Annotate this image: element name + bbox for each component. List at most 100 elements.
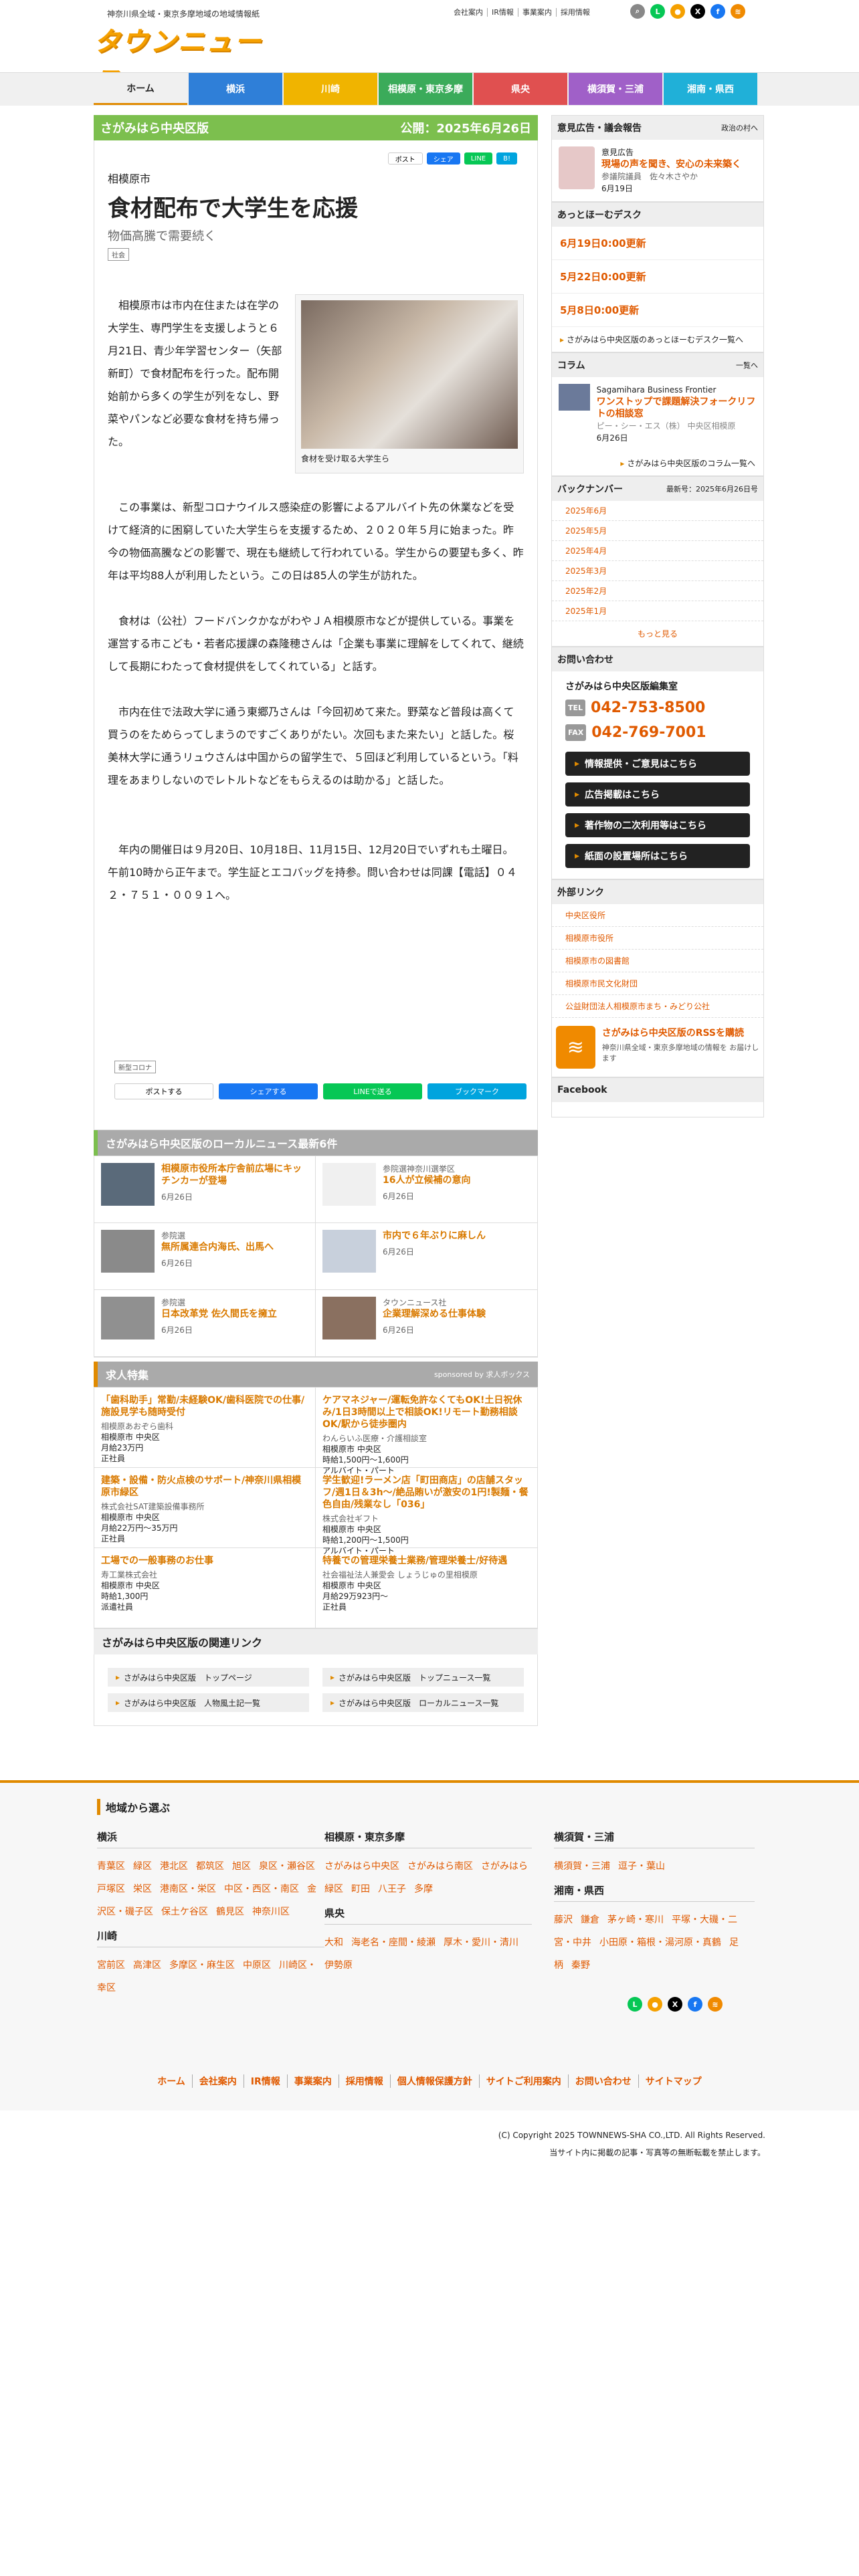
nav-tab[interactable]: 県央 bbox=[474, 73, 567, 105]
job-item[interactable]: 「歯科助手」常勤/未経験OK/歯科医院での仕事/施設見学も随時受付 相模原あおぞら… bbox=[94, 1388, 316, 1468]
tel-number[interactable]: 042-753-8500 bbox=[591, 700, 705, 716]
jobs-sponsor[interactable]: sponsored by 求人ボックス bbox=[434, 1369, 530, 1380]
footer-region-link[interactable]: さがみはら南区 bbox=[407, 1861, 473, 1872]
footer-nav-link[interactable]: 会社案内 bbox=[193, 2074, 244, 2088]
news-title[interactable]: 市内で６年ぶりに麻しん bbox=[383, 1230, 486, 1242]
bottom-tag[interactable]: 新型コロナ bbox=[114, 1061, 156, 1073]
nav-tab[interactable]: 川崎 bbox=[284, 73, 377, 105]
news-title[interactable]: 相模原市役所本庁舎前広場にキッチンカーが登場 bbox=[161, 1163, 308, 1187]
footer-region-link[interactable]: 町田 bbox=[351, 1884, 370, 1895]
chat-icon[interactable]: ● bbox=[670, 4, 685, 19]
site-logo[interactable]: タウンニュース bbox=[94, 20, 288, 96]
category-tag[interactable]: 社会 bbox=[108, 248, 129, 261]
nav-tab[interactable]: 湘南・県西 bbox=[664, 73, 757, 105]
footer-region-link[interactable]: 八王子 bbox=[378, 1884, 406, 1895]
job-title[interactable]: 学生歓迎!ラーメン店「町田商店」の店舗スタッフ/週1日＆3h〜/絶品賄いが激安の… bbox=[322, 1475, 531, 1511]
footer-region-link[interactable]: 多摩 bbox=[414, 1884, 433, 1895]
news-title[interactable]: 16人が立候補の意向 bbox=[383, 1174, 470, 1186]
line-icon[interactable]: L bbox=[650, 4, 665, 19]
column-item[interactable]: Sagamihara Business Frontier ワンストップで課題解決… bbox=[552, 377, 763, 451]
footer-region-link[interactable]: 伊勢原 bbox=[324, 1960, 353, 1971]
footer-region-link[interactable]: 港北区 bbox=[160, 1861, 188, 1872]
post-button[interactable]: ポストする bbox=[114, 1083, 213, 1099]
info-submit-button[interactable]: 情報提供・ご意見はこちら bbox=[565, 752, 750, 776]
article-photo[interactable]: 食材を受け取る大学生ら bbox=[295, 294, 524, 473]
top-link-recruit[interactable]: 採用情報 bbox=[557, 8, 594, 17]
backnumber-item[interactable]: 2025年4月 bbox=[552, 541, 763, 561]
copyright-use-button[interactable]: 著作物の二次利用等はこちら bbox=[565, 813, 750, 837]
job-item[interactable]: 学生歓迎!ラーメン店「町田商店」の店舗スタッフ/週1日＆3h〜/絶品賄いが激安の… bbox=[316, 1468, 537, 1555]
news-item[interactable]: 参院選 無所属連合内海氏、出馬へ 6月26日 bbox=[94, 1223, 316, 1290]
rss-icon[interactable]: ≋ bbox=[708, 1997, 723, 2012]
line-icon[interactable]: L bbox=[628, 1997, 642, 2012]
job-item[interactable]: 建築・設備・防火点検のサポート/神奈川県相模原市緑区 株式会社SAT建築設備事務所… bbox=[94, 1468, 316, 1548]
footer-region-link[interactable]: 神奈川区 bbox=[252, 1907, 290, 1917]
footer-region-link[interactable]: 高津区 bbox=[133, 1960, 161, 1971]
footer-region-link[interactable]: 青葉区 bbox=[97, 1861, 125, 1872]
footer-region-link[interactable]: 旭区 bbox=[232, 1861, 251, 1872]
facebook-icon[interactable]: f bbox=[688, 1997, 702, 2012]
news-title[interactable]: 日本改革党 佐久間氏を擁立 bbox=[161, 1308, 277, 1320]
footer-region-link[interactable]: 都筑区 bbox=[196, 1861, 224, 1872]
opinion-item[interactable]: 意見広告 現場の声を聞き、安心の未来築く 参議院議員 佐々木さやか 6月19日 bbox=[552, 140, 763, 201]
news-item[interactable]: 参院選神奈川選挙区 16人が立候補の意向 6月26日 bbox=[316, 1156, 537, 1223]
job-title[interactable]: ケアマネジャー/運転免許なくてもOK!土日祝休み/1日3時間以上で相談OK!リモ… bbox=[322, 1394, 531, 1430]
share-line-button[interactable]: LINE bbox=[464, 152, 493, 165]
footer-region-link[interactable]: 鎌倉 bbox=[581, 1915, 599, 1925]
footer-nav-link[interactable]: サイトご利用案内 bbox=[480, 2074, 569, 2088]
backnumber-item[interactable]: 2025年6月 bbox=[552, 501, 763, 521]
footer-region-link[interactable]: 鶴見区 bbox=[216, 1907, 244, 1917]
ad-button[interactable]: 広告掲載はこちら bbox=[565, 782, 750, 807]
footer-nav-link[interactable]: 採用情報 bbox=[339, 2074, 391, 2088]
opinion-badge[interactable]: 政治の村へ bbox=[721, 122, 758, 133]
footer-region-link[interactable]: 戸塚区 bbox=[97, 1884, 125, 1895]
nav-tab[interactable]: 横須賀・三浦 bbox=[569, 73, 662, 105]
news-item[interactable]: 相模原市役所本庁舎前広場にキッチンカーが登場 6月26日 bbox=[94, 1156, 316, 1223]
footer-region-link[interactable]: 厚木・愛川・清川 bbox=[444, 1937, 518, 1948]
footer-region-link[interactable]: さがみはら中央区 bbox=[324, 1861, 399, 1872]
footer-region-link[interactable]: 緑区 bbox=[133, 1861, 152, 1872]
external-link[interactable]: 相模原市民文化財団 bbox=[552, 972, 763, 995]
footer-nav-link[interactable]: ホーム bbox=[151, 2074, 193, 2088]
nav-tab[interactable]: 横浜 bbox=[189, 73, 282, 105]
distribution-button[interactable]: 紙面の設置場所はこちら bbox=[565, 844, 750, 868]
job-title[interactable]: 建築・設備・防火点検のサポート/神奈川県相模原市緑区 bbox=[101, 1475, 308, 1499]
desk-item[interactable]: 5月8日0:00更新 bbox=[552, 294, 763, 327]
news-item[interactable]: 市内で６年ぶりに麻しん 6月26日 bbox=[316, 1223, 537, 1290]
job-item[interactable]: 工場での一般事務のお仕事 寿工業株式会社 相模原市 中央区 時給1,300円 派遣社員 bbox=[94, 1548, 316, 1628]
footer-region-link[interactable]: 海老名・座間・綾瀬 bbox=[351, 1937, 436, 1948]
related-link[interactable]: さがみはら中央区版 人物風土記一覧 bbox=[108, 1693, 309, 1712]
share-facebook-button[interactable]: シェア bbox=[426, 152, 460, 165]
footer-region-link[interactable]: 栄区 bbox=[133, 1884, 152, 1895]
line-send-button[interactable]: LINEで送る bbox=[323, 1083, 422, 1099]
related-link[interactable]: さがみはら中央区版 トップページ bbox=[108, 1668, 309, 1687]
backnumber-item[interactable]: 2025年2月 bbox=[552, 581, 763, 601]
top-link-ir[interactable]: IR情報 bbox=[488, 8, 518, 17]
external-link[interactable]: 公益財団法人相模原市まち・みどり公社 bbox=[552, 995, 763, 1018]
footer-region-link[interactable]: 港南区・栄区 bbox=[160, 1884, 216, 1895]
footer-nav-link[interactable]: 個人情報保護方針 bbox=[391, 2074, 480, 2088]
rss-icon[interactable]: ≋ bbox=[731, 4, 745, 19]
external-link[interactable]: 相模原市役所 bbox=[552, 927, 763, 950]
backnumber-item[interactable]: 2025年5月 bbox=[552, 521, 763, 541]
footer-nav-link[interactable]: 事業案内 bbox=[288, 2074, 339, 2088]
related-link[interactable]: さがみはら中央区版 トップニュース一覧 bbox=[322, 1668, 524, 1687]
footer-region-link[interactable]: 小田原・箱根・湯河原・真鶴 bbox=[599, 1937, 721, 1948]
footer-region-link[interactable]: 泉区・瀬谷区 bbox=[259, 1861, 315, 1872]
footer-region-link[interactable]: 大和 bbox=[324, 1937, 343, 1948]
x-icon[interactable]: X bbox=[690, 4, 705, 19]
share-x-button[interactable]: ポスト bbox=[387, 152, 423, 165]
footer-nav-link[interactable]: IR情報 bbox=[244, 2074, 288, 2088]
news-title[interactable]: 無所属連合内海氏、出馬へ bbox=[161, 1241, 274, 1253]
column-more-link[interactable]: さがみはら中央区版のコラム一覧へ bbox=[552, 451, 763, 475]
desk-item[interactable]: 6月19日0:00更新 bbox=[552, 227, 763, 260]
footer-region-link[interactable]: 中区・西区・南区 bbox=[224, 1884, 299, 1895]
column-article-link[interactable]: ワンストップで課題解決フォークリフトの相談窓 bbox=[597, 396, 757, 420]
backnumber-item[interactable]: 2025年1月 bbox=[552, 601, 763, 621]
chat-icon[interactable]: ● bbox=[648, 1997, 662, 2012]
backnumber-more[interactable]: もっと見る bbox=[552, 621, 763, 646]
column-list-link[interactable]: 一覧へ bbox=[736, 360, 758, 370]
rss-title[interactable]: さがみはら中央区版のRSSを購読 bbox=[602, 1026, 759, 1039]
top-link-business[interactable]: 事業案内 bbox=[518, 8, 557, 17]
bookmark-button[interactable]: ブックマーク bbox=[427, 1083, 527, 1099]
